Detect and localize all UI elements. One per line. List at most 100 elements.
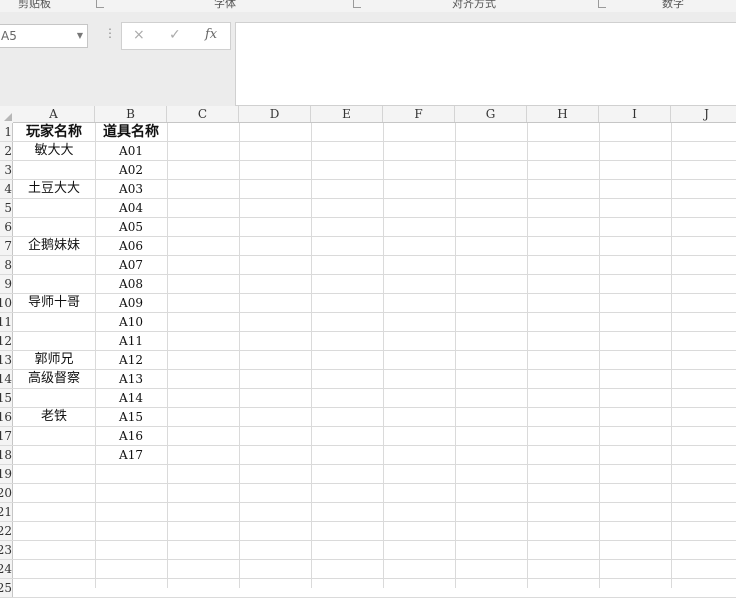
cell-b[interactable]: A13 bbox=[95, 370, 167, 388]
cell-b[interactable]: A11 bbox=[95, 332, 167, 350]
cell-b[interactable] bbox=[95, 522, 167, 540]
cell-b[interactable] bbox=[95, 541, 167, 559]
column-header-c[interactable]: C bbox=[167, 106, 239, 122]
row-header[interactable]: 19 bbox=[0, 465, 13, 483]
column-header-d[interactable]: D bbox=[239, 106, 311, 122]
formula-input[interactable] bbox=[235, 22, 736, 106]
clipboard-launcher-icon[interactable] bbox=[96, 0, 104, 8]
cell-b[interactable]: A14 bbox=[95, 389, 167, 407]
cell-b[interactable] bbox=[95, 465, 167, 483]
row-header[interactable]: 5 bbox=[0, 199, 13, 217]
column-header-h[interactable]: H bbox=[527, 106, 599, 122]
cell-a[interactable] bbox=[13, 579, 95, 597]
row-header[interactable]: 9 bbox=[0, 275, 13, 293]
row-header[interactable]: 22 bbox=[0, 522, 13, 540]
cell-b[interactable]: A09 bbox=[95, 294, 167, 312]
insert-function-button[interactable]: fx bbox=[205, 27, 217, 42]
cell-a[interactable] bbox=[13, 389, 95, 407]
row-header[interactable]: 6 bbox=[0, 218, 13, 236]
cell-b[interactable]: A07 bbox=[95, 256, 167, 274]
row-header[interactable]: 12 bbox=[0, 332, 13, 350]
cell-a[interactable] bbox=[13, 465, 95, 483]
cell-b[interactable]: 道具名称 bbox=[95, 123, 167, 141]
cell-a[interactable] bbox=[13, 560, 95, 578]
row-header[interactable]: 11 bbox=[0, 313, 13, 331]
cell-b[interactable]: A17 bbox=[95, 446, 167, 464]
row-header[interactable]: 8 bbox=[0, 256, 13, 274]
cell-a[interactable] bbox=[13, 446, 95, 464]
cell-a[interactable] bbox=[13, 522, 95, 540]
table-row: 14高级督察A13 bbox=[0, 370, 736, 389]
cell-a[interactable] bbox=[13, 427, 95, 445]
cell-b[interactable]: A04 bbox=[95, 199, 167, 217]
more-options-icon[interactable]: ⋮ bbox=[104, 26, 116, 40]
column-header-j[interactable]: J bbox=[671, 106, 736, 122]
chevron-down-icon[interactable]: ▼ bbox=[77, 25, 83, 47]
cell-b[interactable]: A02 bbox=[95, 161, 167, 179]
row-header[interactable]: 16 bbox=[0, 408, 13, 426]
row-header[interactable]: 21 bbox=[0, 503, 13, 521]
row-header[interactable]: 20 bbox=[0, 484, 13, 502]
column-header-i[interactable]: I bbox=[599, 106, 671, 122]
cell-a[interactable]: 企鹅妹妹 bbox=[13, 237, 95, 255]
cell-a[interactable] bbox=[13, 218, 95, 236]
row-header[interactable]: 10 bbox=[0, 294, 13, 312]
cell-b[interactable]: A01 bbox=[95, 142, 167, 160]
row-header[interactable]: 17 bbox=[0, 427, 13, 445]
cell-a[interactable] bbox=[13, 256, 95, 274]
row-header[interactable]: 14 bbox=[0, 370, 13, 388]
name-box[interactable]: A5 ▼ bbox=[0, 24, 88, 48]
cell-b[interactable]: A10 bbox=[95, 313, 167, 331]
alignment-launcher-icon[interactable] bbox=[598, 0, 606, 8]
cell-a[interactable]: 土豆大大 bbox=[13, 180, 95, 198]
cell-b[interactable]: A12 bbox=[95, 351, 167, 369]
check-icon[interactable]: ✓ bbox=[169, 27, 181, 43]
row-header[interactable]: 3 bbox=[0, 161, 13, 179]
cell-a[interactable] bbox=[13, 275, 95, 293]
cell-a[interactable]: 高级督察 bbox=[13, 370, 95, 388]
row-header[interactable]: 18 bbox=[0, 446, 13, 464]
cell-a[interactable]: 老铁 bbox=[13, 408, 95, 426]
row-header[interactable]: 24 bbox=[0, 560, 13, 578]
cell-b[interactable] bbox=[95, 560, 167, 578]
cancel-icon[interactable]: × bbox=[133, 27, 145, 43]
cell-a[interactable]: 敏大大 bbox=[13, 142, 95, 160]
row-header[interactable]: 23 bbox=[0, 541, 13, 559]
cell-a[interactable] bbox=[13, 503, 95, 521]
cell-a[interactable] bbox=[13, 332, 95, 350]
cell-a[interactable] bbox=[13, 541, 95, 559]
row-header[interactable]: 15 bbox=[0, 389, 13, 407]
cell-a[interactable]: 导师十哥 bbox=[13, 294, 95, 312]
ribbon-group-alignment: 对齐方式 bbox=[452, 0, 496, 10]
column-header-e[interactable]: E bbox=[311, 106, 383, 122]
cell-a[interactable] bbox=[13, 199, 95, 217]
column-header-b[interactable]: B bbox=[95, 106, 167, 122]
cell-b[interactable]: A03 bbox=[95, 180, 167, 198]
worksheet-grid[interactable]: A B C D E F G H I J 1 玩家名称 道具名称 2 敏大大 A01 3 A02… bbox=[0, 106, 736, 598]
row-header[interactable]: 2 bbox=[0, 142, 13, 160]
row-header[interactable]: 4 bbox=[0, 180, 13, 198]
select-all-button[interactable] bbox=[0, 106, 13, 123]
cell-a[interactable]: 郭师兄 bbox=[13, 351, 95, 369]
font-launcher-icon[interactable] bbox=[353, 0, 361, 8]
cell-b[interactable]: A06 bbox=[95, 237, 167, 255]
cell-b[interactable] bbox=[95, 503, 167, 521]
cell-b[interactable] bbox=[95, 484, 167, 502]
cell-b[interactable]: A16 bbox=[95, 427, 167, 445]
cell-a[interactable] bbox=[13, 161, 95, 179]
row-header[interactable]: 25 bbox=[0, 579, 13, 597]
column-header-a[interactable]: A bbox=[13, 106, 95, 122]
column-header-f[interactable]: F bbox=[383, 106, 455, 122]
row-header[interactable]: 1 bbox=[0, 123, 13, 141]
cell-b[interactable] bbox=[95, 579, 167, 597]
row-header[interactable]: 13 bbox=[0, 351, 13, 369]
cell-b[interactable]: A15 bbox=[95, 408, 167, 426]
cell-b[interactable]: A05 bbox=[95, 218, 167, 236]
cell-b[interactable]: A08 bbox=[95, 275, 167, 293]
cell-a[interactable] bbox=[13, 484, 95, 502]
table-row: 11 A10 bbox=[0, 313, 736, 332]
row-header[interactable]: 7 bbox=[0, 237, 13, 255]
cell-a[interactable]: 玩家名称 bbox=[13, 123, 95, 141]
column-header-g[interactable]: G bbox=[455, 106, 527, 122]
cell-a[interactable] bbox=[13, 313, 95, 331]
